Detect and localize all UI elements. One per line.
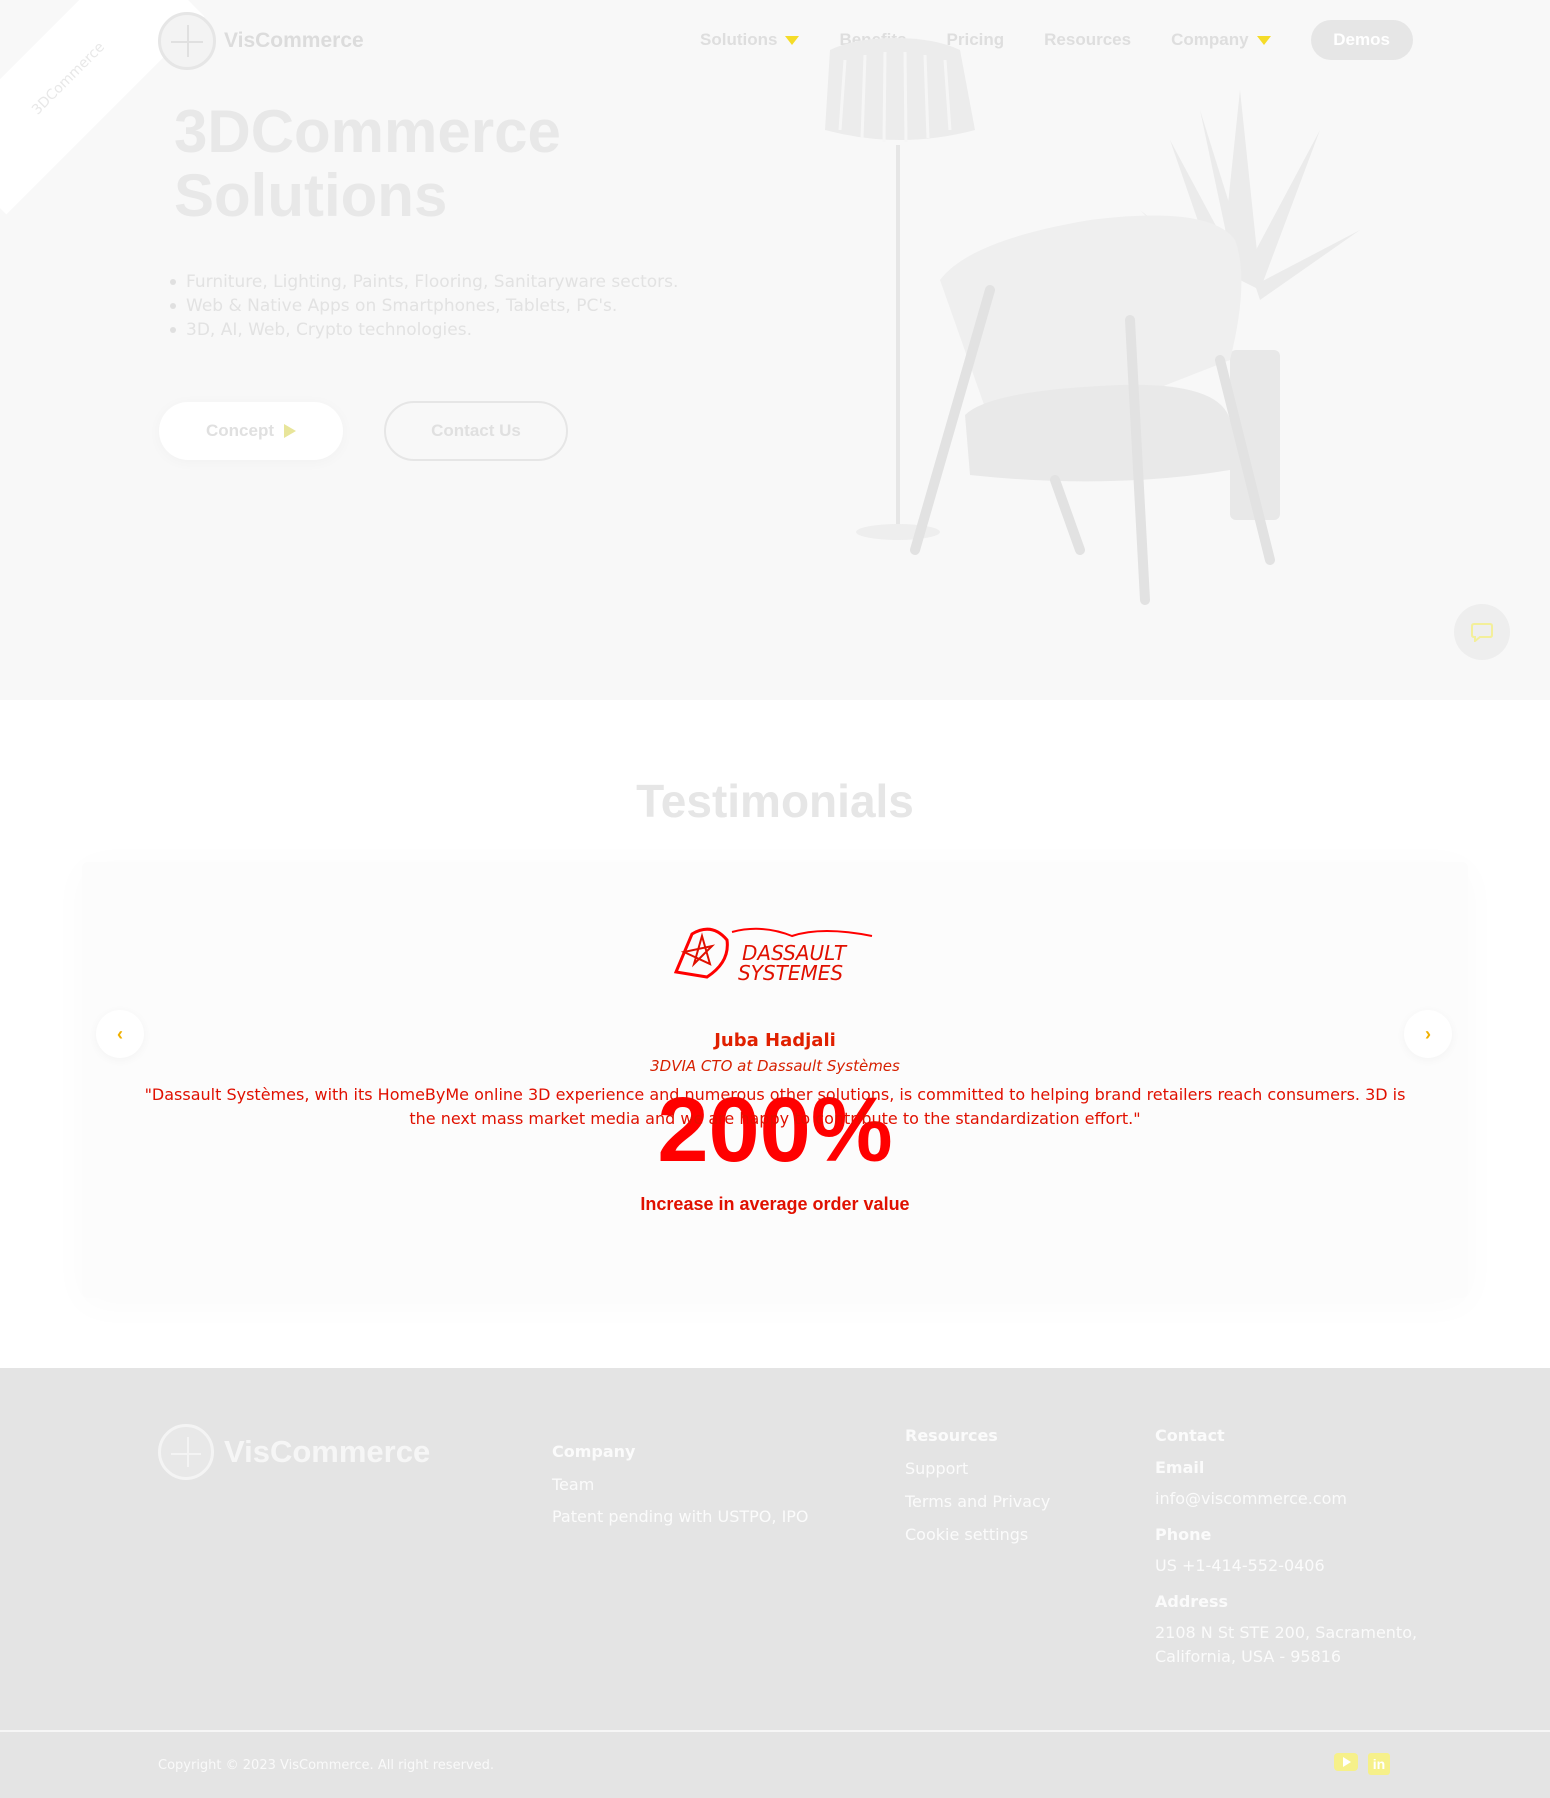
testimonials-title: Testimonials	[636, 775, 914, 827]
dassault-systemes-logo: DASSAULT SYSTEMES	[673, 927, 873, 985]
footer-company-column: Company Team Patent pending with USTPO, …	[552, 1442, 809, 1539]
email-label: Email	[1155, 1458, 1205, 1477]
hero-bullet-list: Furniture, Lighting, Paints, Flooring, S…	[170, 270, 678, 342]
youtube-icon[interactable]	[1334, 1753, 1358, 1771]
testimonial-stat-label: Increase in average order value	[640, 1194, 910, 1214]
copyright-text: Copyright © 2023 VisCommerce. All right …	[158, 1758, 494, 1773]
hero-title-line1: 3DCommerce	[174, 98, 561, 165]
hero-title: 3DCommerce Solutions	[174, 100, 561, 228]
testimonial-author: Juba Hadjali	[714, 1030, 836, 1051]
header-logo[interactable]: VisCommerce	[158, 12, 364, 70]
contact-us-button[interactable]: Contact Us	[384, 401, 568, 461]
footer-heading: Company	[552, 1442, 636, 1461]
logo-mark-icon	[158, 1424, 214, 1480]
hero-title-line2: Solutions	[174, 162, 448, 229]
hero-bullet: Furniture, Lighting, Paints, Flooring, S…	[170, 270, 678, 294]
phone-link[interactable]: US +1-414-552-0406	[1155, 1554, 1417, 1578]
footer-logo-text: VisCommerce	[224, 1434, 431, 1469]
chat-icon	[1471, 623, 1493, 642]
address-line: California, USA - 95816	[1155, 1647, 1342, 1666]
lamp-pole-shape	[896, 145, 900, 530]
testimonial-quote: "Dassault Systèmes, with its HomeByMe on…	[144, 1085, 1406, 1128]
hero-section: 3DCommerce VisCommerce Solutions Benefit…	[0, 0, 1550, 700]
hero-bullet: Web & Native Apps on Smartphones, Tablet…	[170, 294, 678, 318]
footer-logo[interactable]: VisCommerce	[158, 1424, 430, 1480]
svg-text:SYSTEMES: SYSTEMES	[738, 961, 843, 985]
footer-heading: Contact	[1155, 1426, 1225, 1445]
footer-contact-column: Contact Email info@viscommerce.com Phone…	[1155, 1426, 1417, 1683]
hero-furniture-image	[825, 38, 1360, 605]
nav-item-solutions[interactable]: Solutions	[700, 30, 800, 50]
chat-button[interactable]	[1454, 604, 1510, 660]
testimonial-role: 3DVIA CTO at Dassault Systèmes	[650, 1057, 900, 1075]
linkedin-icon[interactable]: in	[1368, 1753, 1390, 1775]
email-link[interactable]: info@viscommerce.com	[1155, 1487, 1417, 1511]
ribbon-text: 3DCommerce	[28, 39, 108, 119]
footer-link-terms[interactable]: Terms and Privacy	[905, 1492, 1050, 1511]
footer-divider	[0, 1730, 1550, 1732]
social-links: in	[1334, 1753, 1390, 1775]
phone-label: Phone	[1155, 1525, 1212, 1544]
address-text: 2108 N St STE 200, Sacramento, Californi…	[1155, 1621, 1417, 1669]
chair-seat-shape	[965, 384, 1230, 482]
hero-bullet: 3D, AI, Web, Crypto technologies.	[170, 318, 678, 342]
lamp-shade-shape	[825, 38, 975, 140]
footer-link-support[interactable]: Support	[905, 1459, 1050, 1478]
footer-link-team[interactable]: Team	[552, 1475, 809, 1494]
lamp-base-shape	[856, 524, 940, 540]
play-icon	[284, 424, 296, 438]
footer-resources-column: Resources Support Terms and Privacy Cook…	[905, 1426, 1050, 1558]
concept-button[interactable]: Concept	[159, 402, 343, 460]
address-label: Address	[1155, 1592, 1229, 1611]
address-line: 2108 N St STE 200, Sacramento,	[1155, 1623, 1418, 1642]
footer-link-cookies[interactable]: Cookie settings	[905, 1525, 1050, 1544]
footer-heading: Resources	[905, 1426, 998, 1445]
concept-label: Concept	[206, 421, 274, 440]
logo-text: VisCommerce	[224, 29, 364, 52]
nav-label: Solutions	[700, 30, 778, 49]
site-footer: VisCommerce Company Team Patent pending …	[0, 1368, 1550, 1798]
footer-link-patent[interactable]: Patent pending with USTPO, IPO	[552, 1507, 809, 1526]
logo-mark-icon	[158, 12, 216, 70]
